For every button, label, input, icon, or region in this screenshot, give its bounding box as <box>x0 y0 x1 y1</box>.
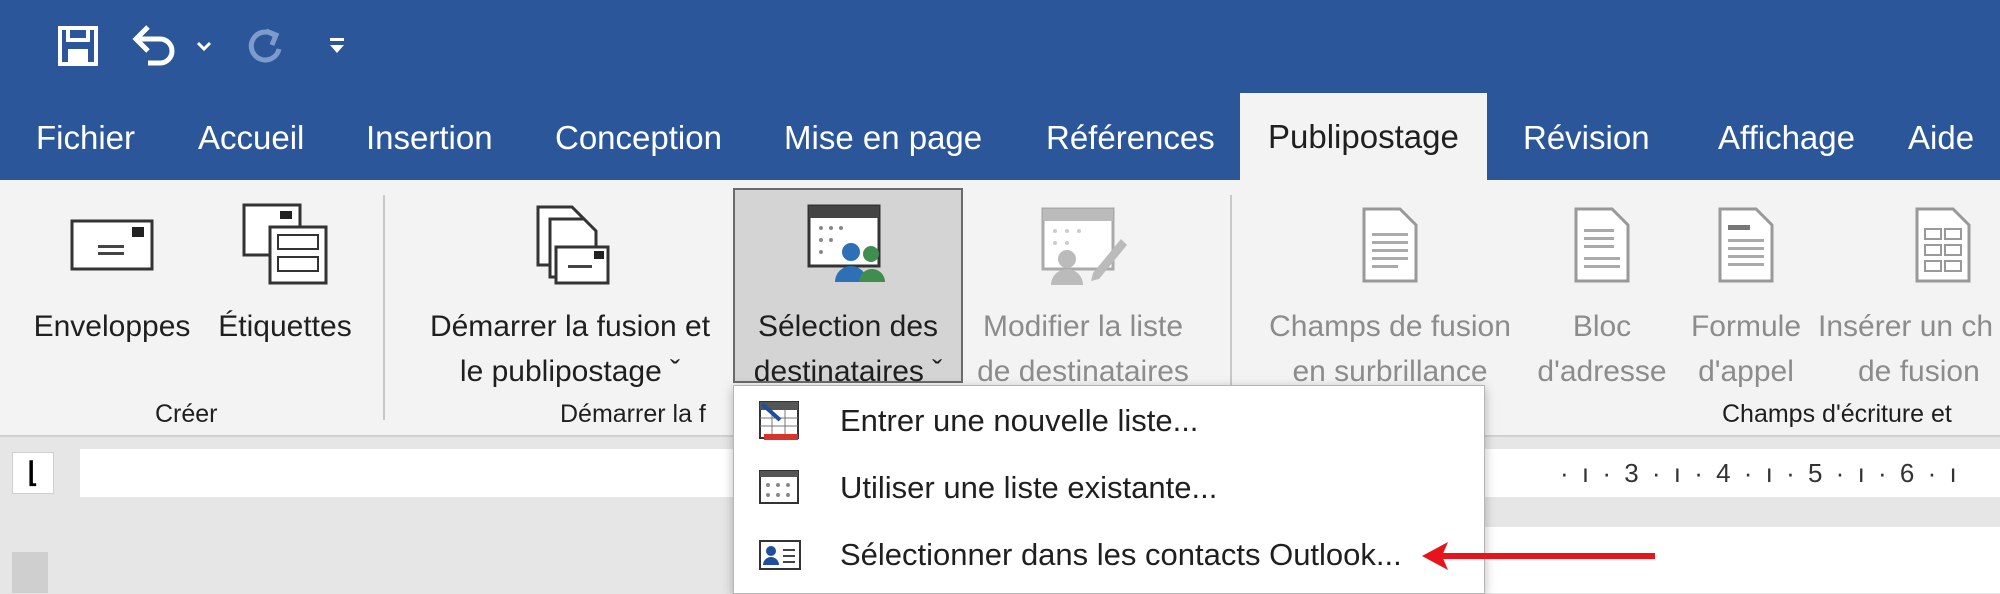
start-mail-merge-button[interactable]: Démarrer la fusion et le publipostage ˇ <box>410 190 730 420</box>
tab-stop-selector[interactable]: ⌊ <box>12 452 54 494</box>
quick-access-toolbar <box>0 0 2000 95</box>
insert-merge-field-icon <box>1818 190 2000 300</box>
tab-fichier[interactable]: Fichier <box>8 95 163 180</box>
menu-item-new-list[interactable]: Entrer une nouvelle liste... <box>734 388 1482 454</box>
undo-dropdown-icon[interactable] <box>190 18 218 73</box>
tab-mise-en-page[interactable]: Mise en page <box>756 95 1010 180</box>
tab-accueil[interactable]: Accueil <box>170 95 332 180</box>
greeting-line-icon <box>1676 190 1816 300</box>
tab-revision[interactable]: Révision <box>1495 95 1678 180</box>
redo-icon <box>240 18 290 73</box>
tab-conception[interactable]: Conception <box>527 95 750 180</box>
menu-item-outlook-contacts[interactable]: Sélectionner dans les contacts Outlook..… <box>734 522 1482 588</box>
group-separator <box>383 195 385 420</box>
tab-references[interactable]: Références <box>1018 95 1243 180</box>
labels-button[interactable]: Étiquettes <box>205 190 365 420</box>
existing-list-icon <box>734 469 826 507</box>
new-list-icon <box>734 400 826 442</box>
greeting-line-button: Formule d'appel <box>1676 190 1816 420</box>
tab-insertion[interactable]: Insertion <box>338 95 521 180</box>
ribbon-tabs: Fichier Accueil Insertion Conception Mis… <box>0 93 2000 180</box>
red-arrow-icon <box>1422 542 1655 570</box>
outlook-contacts-icon <box>734 539 826 571</box>
select-recipients-menu: Entrer une nouvelle liste... Utiliser un… <box>733 385 1485 594</box>
address-block-icon <box>1532 190 1672 300</box>
menu-item-existing-list[interactable]: Utiliser une liste existante... <box>734 455 1482 521</box>
select-recipients-icon <box>735 190 961 300</box>
insert-merge-field-button: Insérer un ch de fusion <box>1818 190 2000 420</box>
envelopes-button[interactable]: Enveloppes <box>22 190 202 420</box>
undo-icon[interactable] <box>130 18 180 73</box>
tab-aide[interactable]: Aide <box>1880 95 2000 180</box>
select-recipients-button[interactable]: Sélection des destinataires ˇ <box>733 188 963 388</box>
edit-list-icon <box>963 190 1203 300</box>
ruler-ticks: · ı · 3 · ı · 4 · ı · 5 · ı · 6 · ı <box>1560 458 1960 488</box>
tab-affichage[interactable]: Affichage <box>1690 95 1883 180</box>
group-label-champs: Champs d'écriture et <box>1722 400 1952 428</box>
tab-publipostage[interactable]: Publipostage <box>1240 93 1487 180</box>
group-label-creer: Créer <box>155 400 218 428</box>
document-icon <box>1250 190 1530 300</box>
save-icon[interactable] <box>50 18 105 73</box>
labels-icon <box>205 190 365 300</box>
vertical-ruler <box>12 552 48 593</box>
address-block-button: Bloc d'adresse <box>1532 190 1672 420</box>
envelope-icon <box>22 190 202 300</box>
start-merge-icon <box>410 190 730 300</box>
customize-qat-icon[interactable] <box>322 18 352 73</box>
group-label-demarrer: Démarrer la f <box>560 400 706 428</box>
